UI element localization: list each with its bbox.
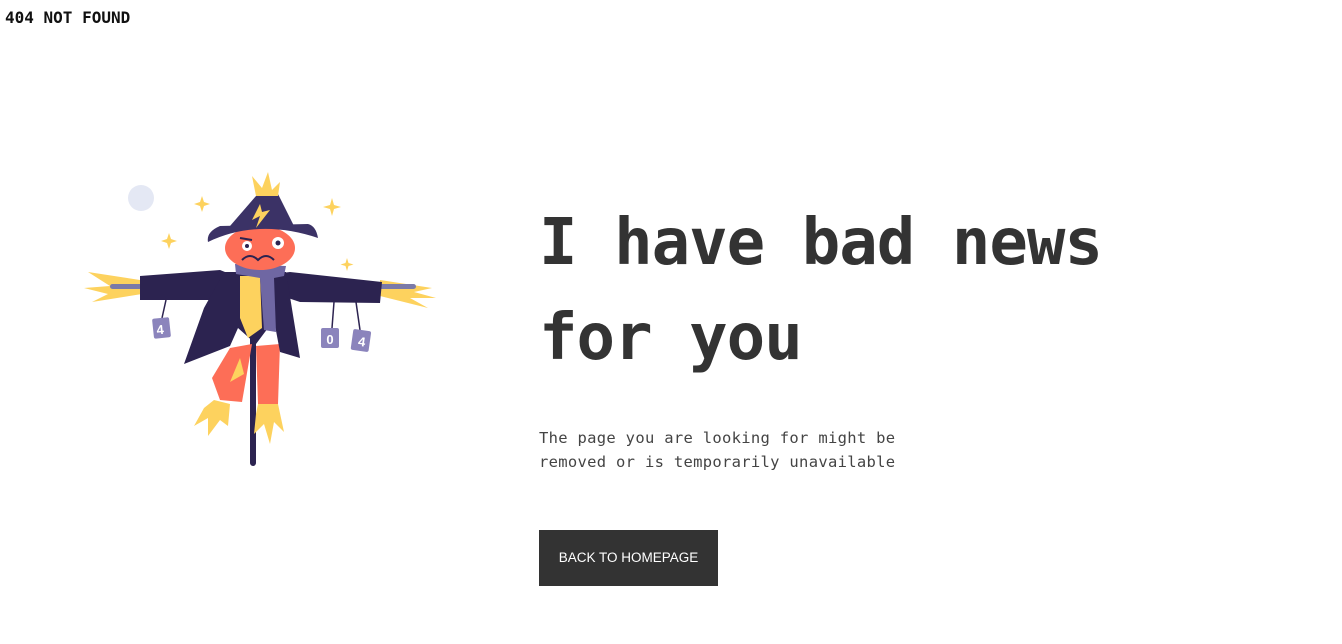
moon-icon (128, 185, 154, 211)
head (225, 226, 295, 270)
error-message: The page you are looking for might be re… (539, 426, 919, 474)
foot-straw-left (194, 400, 230, 436)
hat-straw (252, 172, 280, 196)
can-label-0: 0 (326, 332, 333, 347)
scarecrow-svg: 4 0 4 (84, 172, 436, 466)
headline-line-1: I have bad news (539, 206, 1103, 280)
scarecrow-illustration: 4 0 4 (80, 168, 445, 473)
error-message-line-1: The page you are looking for might be (539, 429, 896, 447)
headline: I have bad news for you (539, 196, 1259, 386)
status-heading: 404 NOT FOUND (5, 8, 131, 27)
headline-line-2: for you (539, 301, 803, 375)
back-to-homepage-button[interactable]: BACK TO HOMEPAGE (539, 530, 718, 586)
leg-left (212, 344, 252, 402)
hat-top (230, 194, 294, 226)
leg-right (256, 344, 280, 404)
foot-straw-right (254, 404, 284, 444)
error-message-line-2: removed or is temporarily unavailable (539, 453, 896, 471)
